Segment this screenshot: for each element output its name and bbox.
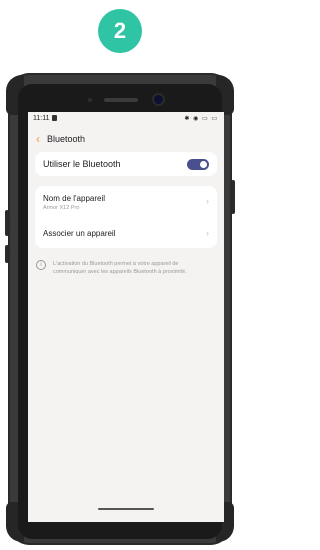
nav-header: ‹ Bluetooth <box>28 132 224 150</box>
chevron-right-icon: › <box>206 228 209 238</box>
front-camera <box>154 95 163 104</box>
bluetooth-toggle-label: Utiliser le Bluetooth <box>43 159 121 169</box>
status-bar: 11:11 ✱ ◉ ▭ ▭ <box>28 112 224 126</box>
proximity-sensor <box>88 98 92 102</box>
side-button-left <box>5 210 9 236</box>
notification-icon <box>52 115 57 121</box>
toggle-knob <box>200 161 207 168</box>
step-badge: 2 <box>98 9 142 53</box>
phone-screen: 11:11 ✱ ◉ ▭ ▭ ‹ Bluetooth Utiliser le Bl… <box>28 112 224 522</box>
side-button-left-2 <box>5 245 9 263</box>
page-title: Bluetooth <box>47 134 86 144</box>
info-icon: i <box>36 260 46 270</box>
bluetooth-toggle-card: Utiliser le Bluetooth <box>35 152 217 176</box>
chevron-right-icon: › <box>206 196 209 206</box>
info-text: L'activation du Bluetooth permet à votre… <box>53 261 187 275</box>
pair-device-title: Associer un appareil <box>43 229 116 238</box>
chevron-left-icon[interactable]: ‹ <box>36 132 40 146</box>
earpiece-speaker <box>104 98 138 102</box>
device-name-row[interactable]: Nom de l'appareil Armor X12 Pro › <box>35 186 217 218</box>
pair-device-row[interactable]: Associer un appareil › <box>35 218 217 248</box>
step-number: 2 <box>113 18 127 43</box>
status-icons: ✱ ◉ ▭ ▭ <box>184 116 218 122</box>
side-button-right <box>231 180 235 214</box>
bluetooth-toggle-switch[interactable] <box>187 159 209 170</box>
settings-list-card: Nom de l'appareil Armor X12 Pro › Associ… <box>35 186 217 248</box>
status-time: 11:11 <box>33 115 50 122</box>
home-indicator[interactable] <box>98 508 154 510</box>
device-name-value: Armor X12 Pro <box>43 205 80 211</box>
device-name-title: Nom de l'appareil <box>43 194 106 203</box>
